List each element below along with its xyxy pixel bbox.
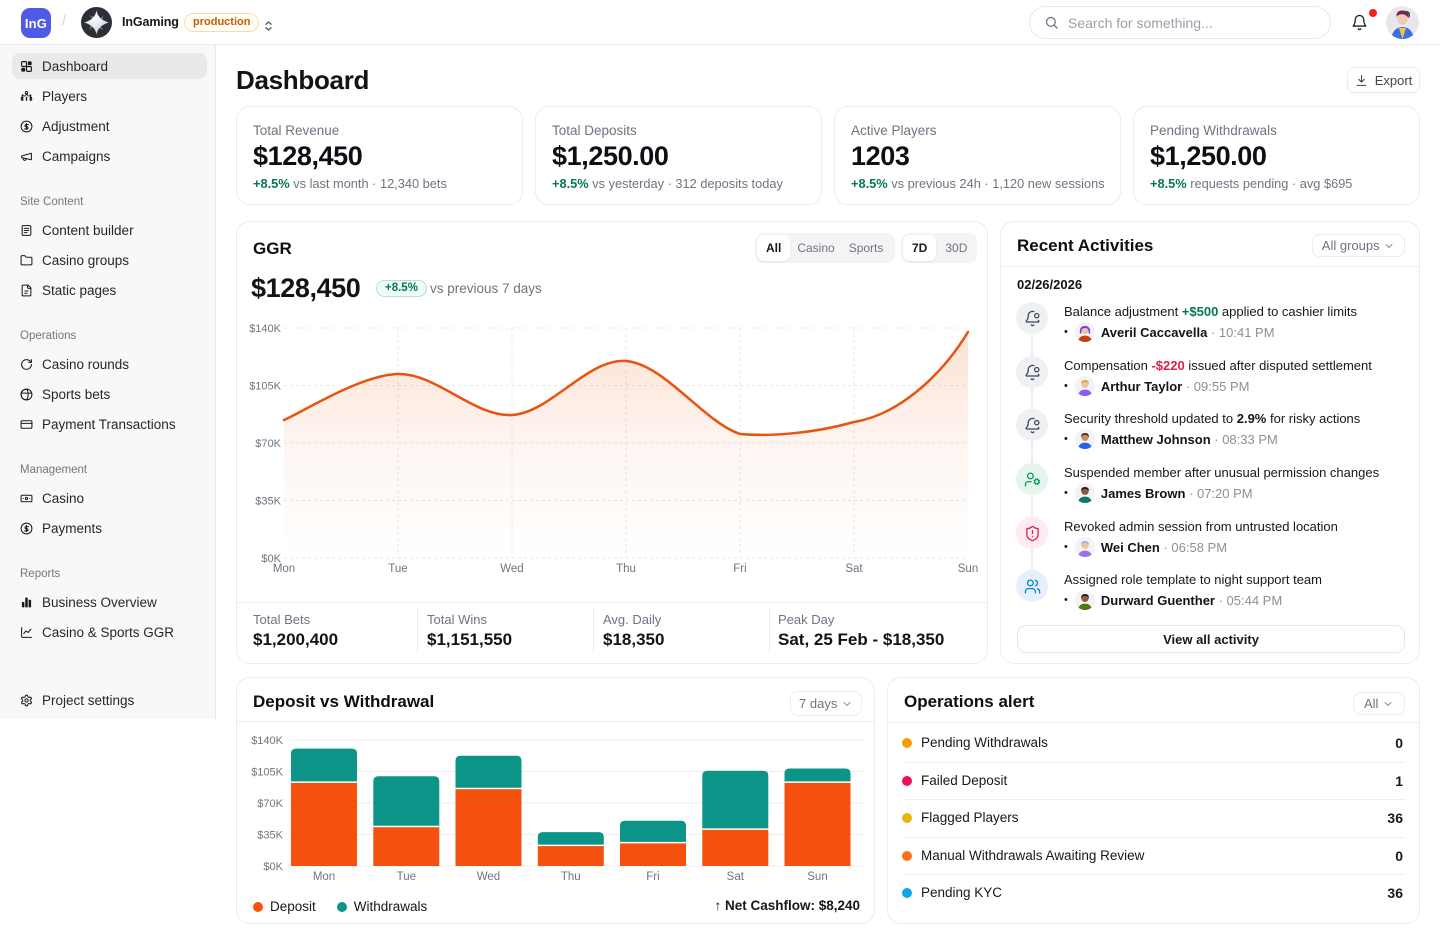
svg-text:$105K: $105K: [249, 381, 281, 393]
svg-text:$70K: $70K: [255, 438, 281, 450]
svg-text:Sat: Sat: [845, 563, 863, 575]
svg-text:Fri: Fri: [646, 871, 659, 883]
svg-text:Wed: Wed: [500, 563, 523, 575]
svg-text:Wed: Wed: [477, 871, 500, 883]
svg-text:$140K: $140K: [251, 735, 283, 747]
svg-text:$35K: $35K: [255, 496, 281, 508]
svg-text:Tue: Tue: [397, 871, 416, 883]
svg-text:$105K: $105K: [251, 767, 283, 779]
svg-text:Thu: Thu: [561, 871, 581, 883]
svg-text:Fri: Fri: [733, 563, 746, 575]
svg-text:Sun: Sun: [958, 563, 978, 575]
svg-text:Mon: Mon: [313, 871, 335, 883]
svg-text:$35K: $35K: [257, 830, 283, 842]
svg-text:$70K: $70K: [257, 798, 283, 810]
svg-text:Sat: Sat: [727, 871, 745, 883]
svg-text:Thu: Thu: [616, 563, 636, 575]
svg-text:$140K: $140K: [249, 323, 281, 335]
svg-text:Sun: Sun: [807, 871, 827, 883]
svg-text:Mon: Mon: [273, 563, 295, 575]
svg-text:Tue: Tue: [388, 563, 407, 575]
svg-text:$0K: $0K: [263, 861, 283, 873]
